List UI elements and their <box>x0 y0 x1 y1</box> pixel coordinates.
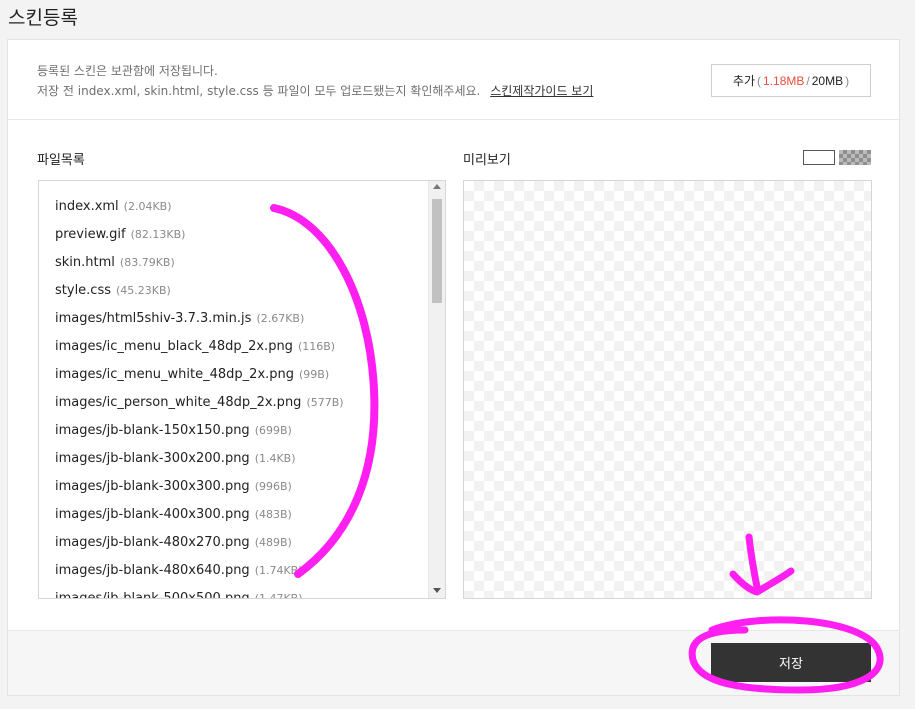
add-button-paren-open: ( <box>757 73 762 88</box>
file-list-item[interactable]: preview.gif (82.13KB) <box>55 221 425 249</box>
file-name: skin.html <box>55 255 115 270</box>
add-button-paren-close: ) <box>845 73 850 88</box>
scroll-down-arrow-icon[interactable] <box>433 588 441 593</box>
scroll-thumb[interactable] <box>432 199 442 303</box>
file-list-item[interactable]: images/ic_menu_white_48dp_2x.png (99B) <box>55 361 425 389</box>
preview-bg-white-toggle[interactable] <box>803 150 835 165</box>
file-size: (577B) <box>306 396 344 409</box>
file-list-scrollbar[interactable] <box>428 181 445 598</box>
file-list-item[interactable]: images/jb-blank-150x150.png (699B) <box>55 417 425 445</box>
file-name: images/html5shiv-3.7.3.min.js <box>55 311 252 326</box>
info-section: 등록된 스킨은 보관함에 저장됩니다. 저장 전 index.xml, skin… <box>8 40 899 120</box>
file-list-item[interactable]: index.xml (2.04KB) <box>55 193 425 221</box>
file-size: (996B) <box>254 480 292 493</box>
file-list-item[interactable]: images/jb-blank-480x270.png (489B) <box>55 529 425 557</box>
preview-bg-checker-toggle[interactable] <box>839 150 871 165</box>
file-items: index.xml (2.04KB) preview.gif (82.13KB) ski… <box>55 193 425 599</box>
file-name: images/jb-blank-150x150.png <box>55 423 250 438</box>
file-list-item[interactable]: images/html5shiv-3.7.3.min.js (2.67KB) <box>55 305 425 333</box>
file-list-item[interactable]: images/jb-blank-300x200.png (1.4KB) <box>55 445 425 473</box>
file-list-item[interactable]: images/ic_person_white_48dp_2x.png (577B) <box>55 389 425 417</box>
page-title: 스킨등록 <box>8 7 78 29</box>
file-size: (116B) <box>297 340 336 353</box>
info-text-storage: 등록된 스킨은 보관함에 저장됩니다. <box>37 64 218 78</box>
file-name: images/ic_menu_black_48dp_2x.png <box>55 339 293 354</box>
file-size: (82.13KB) <box>130 228 186 241</box>
file-list-item[interactable]: images/ic_menu_black_48dp_2x.png (116B) <box>55 333 425 361</box>
storage-separator: / <box>806 73 810 88</box>
file-size: (699B) <box>254 424 292 437</box>
file-size: (45.23KB) <box>116 284 171 297</box>
save-button[interactable]: 저장 <box>711 643 871 682</box>
file-list-item[interactable]: images/jb-blank-500x500.png (1.47KB) <box>55 585 425 599</box>
file-name: images/jb-blank-480x270.png <box>55 535 250 550</box>
storage-used: 1.18MB <box>763 73 805 88</box>
file-size: (1.74KB) <box>254 564 303 577</box>
file-size: (83.79KB) <box>119 256 175 269</box>
file-size: (489B) <box>254 536 292 549</box>
file-list-label: 파일목록 <box>37 153 85 168</box>
file-name: images/jb-blank-500x500.png <box>55 591 250 599</box>
file-name: preview.gif <box>55 227 126 242</box>
file-list-item[interactable]: skin.html (83.79KB) <box>55 249 425 277</box>
info-text-check-label: 저장 전 index.xml, skin.html, style.css 등 파… <box>37 84 481 98</box>
skin-upload-panel: 등록된 스킨은 보관함에 저장됩니다. 저장 전 index.xml, skin… <box>7 39 900 696</box>
file-size: (1.4KB) <box>254 452 296 465</box>
file-name: images/ic_menu_white_48dp_2x.png <box>55 367 295 382</box>
file-size: (483B) <box>254 508 292 521</box>
add-button-label: 추가 <box>732 74 756 88</box>
file-name: images/jb-blank-300x200.png <box>55 451 250 466</box>
footer-bar: 저장 <box>8 630 899 695</box>
file-list-item[interactable]: style.css (45.23KB) <box>55 277 425 305</box>
file-name: index.xml <box>55 199 119 214</box>
info-text-check: 저장 전 index.xml, skin.html, style.css 등 파… <box>37 82 593 99</box>
file-name: images/jb-blank-480x640.png <box>55 563 250 578</box>
storage-limit: 20MB <box>811 73 844 88</box>
file-name: images/ic_person_white_48dp_2x.png <box>55 395 302 410</box>
file-size: (99B) <box>299 368 330 381</box>
skin-guide-link[interactable]: 스킨제작가이드 보기 <box>490 84 593 98</box>
preview-label: 미리보기 <box>463 153 511 168</box>
file-list-item[interactable]: images/jb-blank-480x640.png (1.74KB) <box>55 557 425 585</box>
scroll-up-arrow-icon[interactable] <box>433 184 441 189</box>
file-list-item[interactable]: images/jb-blank-300x300.png (996B) <box>55 473 425 501</box>
file-size: (1.47KB) <box>254 592 303 599</box>
file-name: images/jb-blank-300x300.png <box>55 479 250 494</box>
file-size: (2.67KB) <box>256 312 305 325</box>
file-name: images/jb-blank-400x300.png <box>55 507 250 522</box>
file-name: style.css <box>55 283 111 298</box>
file-list[interactable]: index.xml (2.04KB) preview.gif (82.13KB) ski… <box>38 180 446 599</box>
file-size: (2.04KB) <box>123 200 172 213</box>
add-file-button[interactable]: 추가 ( 1.18MB / 20MB ) <box>711 64 871 97</box>
file-list-item[interactable]: images/jb-blank-400x300.png (483B) <box>55 501 425 529</box>
preview-area <box>463 180 872 599</box>
